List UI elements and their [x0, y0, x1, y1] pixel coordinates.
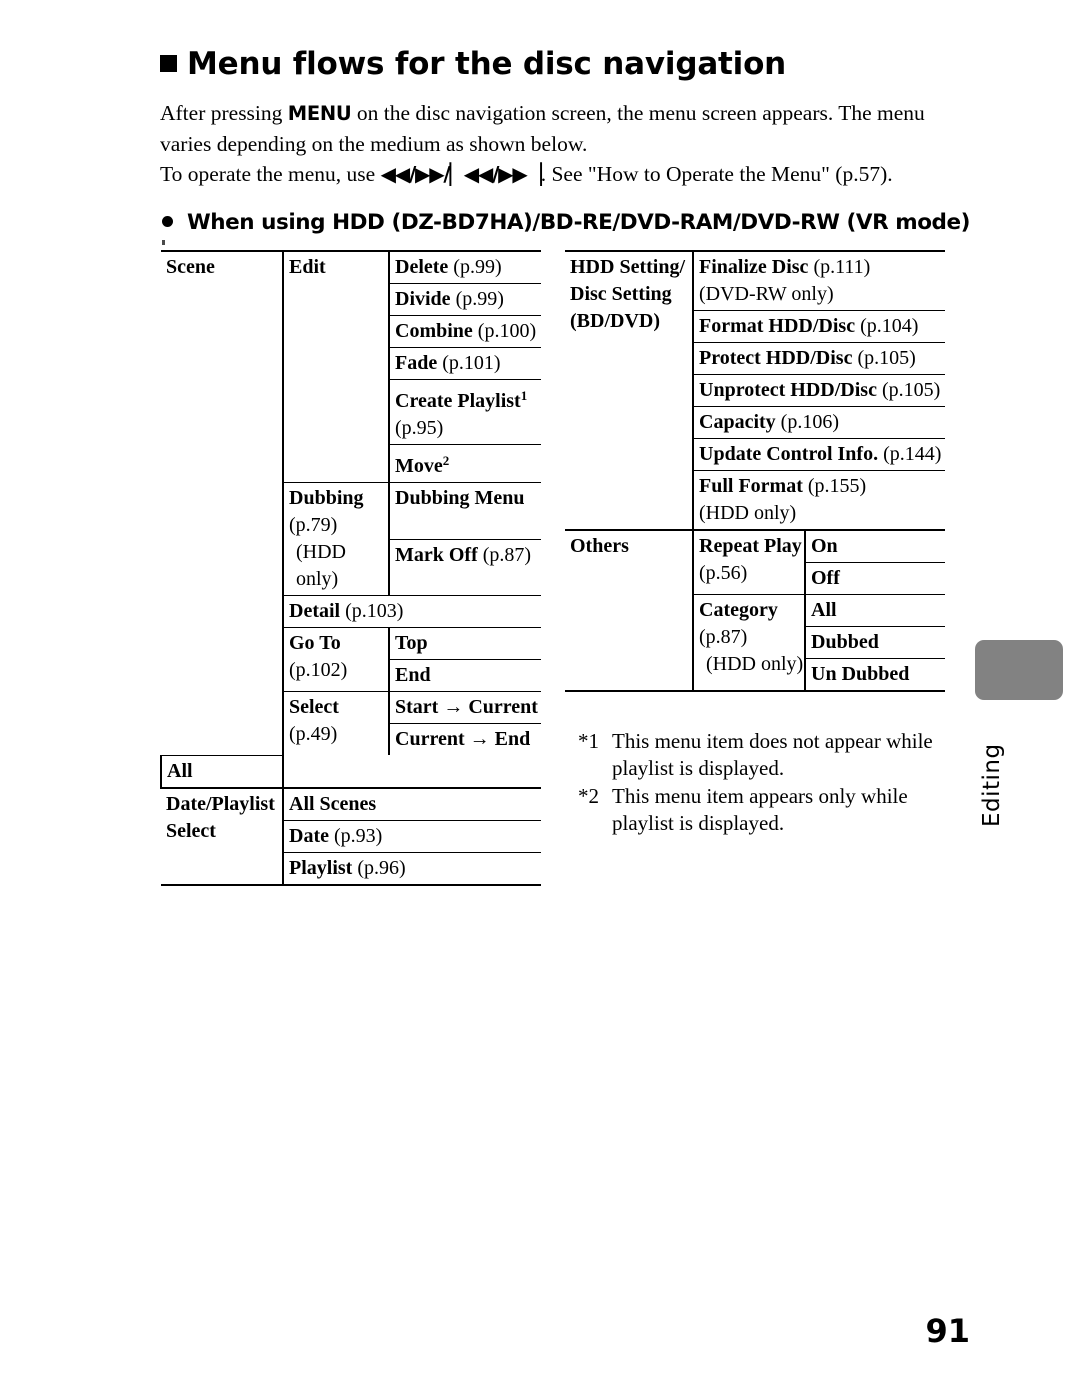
cell-subgroup-go-to: Go To (p.102): [282, 627, 389, 692]
cell-item-create-playlist: Create Playlist1 (p.95): [388, 379, 541, 445]
cell-item-fade: Fade (p.101): [388, 347, 541, 380]
footnote-1-text: This menu item does not appear while pla…: [612, 729, 933, 780]
menu-flow-table-left: Scene Edit Delete (p.99) Divide (p.99) C…: [160, 250, 541, 886]
section-subheading: When using HDD (DZ-BD7HA)/BD-RE/DVD-RAM/…: [162, 210, 972, 235]
cell-item-end: End: [388, 659, 541, 692]
table-row: HDD Setting/ Disc Setting (BD/DVD) Final…: [565, 250, 945, 530]
intro-paragraph: After pressing MENU on the disc navigati…: [160, 98, 950, 189]
section-subheading-text: When using HDD (DZ-BD7HA)/BD-RE/DVD-RAM/…: [187, 210, 970, 235]
cell-subgroup-dubbing: Dubbing (p.79) (HDD only): [282, 482, 389, 596]
footnote-1: *1 This menu item does not appear while …: [578, 728, 968, 782]
cell-group-hdd-disc-setting: HDD Setting/ Disc Setting (BD/DVD): [565, 250, 693, 530]
cell-subgroup-select: Select (p.49): [282, 691, 389, 788]
cell-item-current-end: Current → End: [388, 723, 541, 755]
cell-item-update-control-info: Update Control Info. (p.144): [692, 438, 945, 471]
cell-item-category-all: All: [804, 594, 945, 627]
cell-item-repeat-on: On: [804, 529, 945, 563]
cell-item-finalize-disc: Finalize Disc (p.111) (DVD-RW only): [692, 250, 945, 311]
cell-subgroup-category: Category (p.87) (HDD only): [692, 594, 805, 692]
cell-item-all-scenes: All Scenes: [282, 786, 541, 820]
cell-subgroup-detail: Detail (p.103): [282, 595, 541, 628]
cell-item-combine: Combine (p.100): [388, 315, 541, 348]
cell-group-scene: Scene: [161, 250, 283, 755]
footnote-2-mark: *2: [578, 784, 599, 808]
square-marker-icon: [160, 55, 177, 72]
menu-key-label: MENU: [287, 102, 352, 125]
cell-item-category-un-dubbed: Un Dubbed: [804, 658, 945, 692]
table-row: Scene Edit Delete (p.99): [161, 250, 541, 755]
cell-item-full-format: Full Format (p.155) (HDD only): [692, 470, 945, 530]
table-row: Date/Playlist Select All Scenes: [161, 786, 541, 886]
cell-item-format-hdd-disc: Format HDD/Disc (p.104): [692, 310, 945, 343]
cell-item-select-all: All: [160, 754, 283, 788]
nav-buttons-icon: ◀◀/▶▶/▏◀◀/▶▶▕: [380, 162, 542, 186]
cell-subgroup-repeat-play: Repeat Play (p.56): [692, 529, 805, 595]
cell-item-move: Move2: [388, 444, 541, 483]
intro-text-3: To operate the menu, use: [160, 162, 381, 186]
cell-item-capacity: Capacity (p.106): [692, 406, 945, 439]
cell-item-protect-hdd-disc: Protect HDD/Disc (p.105): [692, 342, 945, 375]
footnotes: *1 This menu item does not appear while …: [578, 728, 968, 838]
page-title-text: Menu flows for the disc navigation: [187, 46, 787, 82]
bullet-dot-icon: [162, 216, 173, 227]
side-tab-label: Editing: [979, 743, 1005, 827]
intro-text-1: After pressing: [160, 101, 288, 125]
cell-item-repeat-off: Off: [804, 562, 945, 595]
cell-item-playlist: Playlist (p.96): [282, 851, 541, 886]
side-tab-swatch: [975, 640, 1063, 700]
intro-text-4: . See "How to Operate the Menu" (p.57).: [540, 162, 893, 186]
table-row: Others Repeat Play (p.56) On: [565, 529, 945, 692]
cell-item-delete: Delete (p.99): [388, 250, 541, 284]
cell-item-unprotect-hdd-disc: Unprotect HDD/Disc (p.105): [692, 374, 945, 407]
cell-item-mark-off: Mark Off (p.87): [388, 538, 541, 596]
footnote-2: *2 This menu item appears only while pla…: [578, 783, 968, 837]
page-title: Menu flows for the disc navigation: [160, 46, 960, 82]
cell-group-others: Others: [565, 529, 693, 692]
print-speck: [162, 240, 165, 245]
menu-flow-table-right: HDD Setting/ Disc Setting (BD/DVD) Final…: [565, 250, 945, 692]
cell-item-dubbing-menu: Dubbing Menu: [388, 482, 541, 539]
cell-item-date: Date (p.93): [282, 819, 541, 852]
footnote-1-mark: *1: [578, 729, 599, 753]
cell-group-date-playlist-select: Date/Playlist Select: [161, 786, 283, 886]
cell-item-top: Top: [388, 627, 541, 660]
footnote-2-text: This menu item appears only while playli…: [612, 784, 908, 835]
cell-item-divide: Divide (p.99): [388, 283, 541, 316]
cell-subgroup-edit: Edit: [282, 250, 389, 483]
page-number: 91: [925, 1312, 970, 1350]
side-tab: Editing: [975, 640, 1065, 827]
cell-item-start-current: Start → Current: [388, 691, 541, 724]
cell-item-category-dubbed: Dubbed: [804, 626, 945, 659]
